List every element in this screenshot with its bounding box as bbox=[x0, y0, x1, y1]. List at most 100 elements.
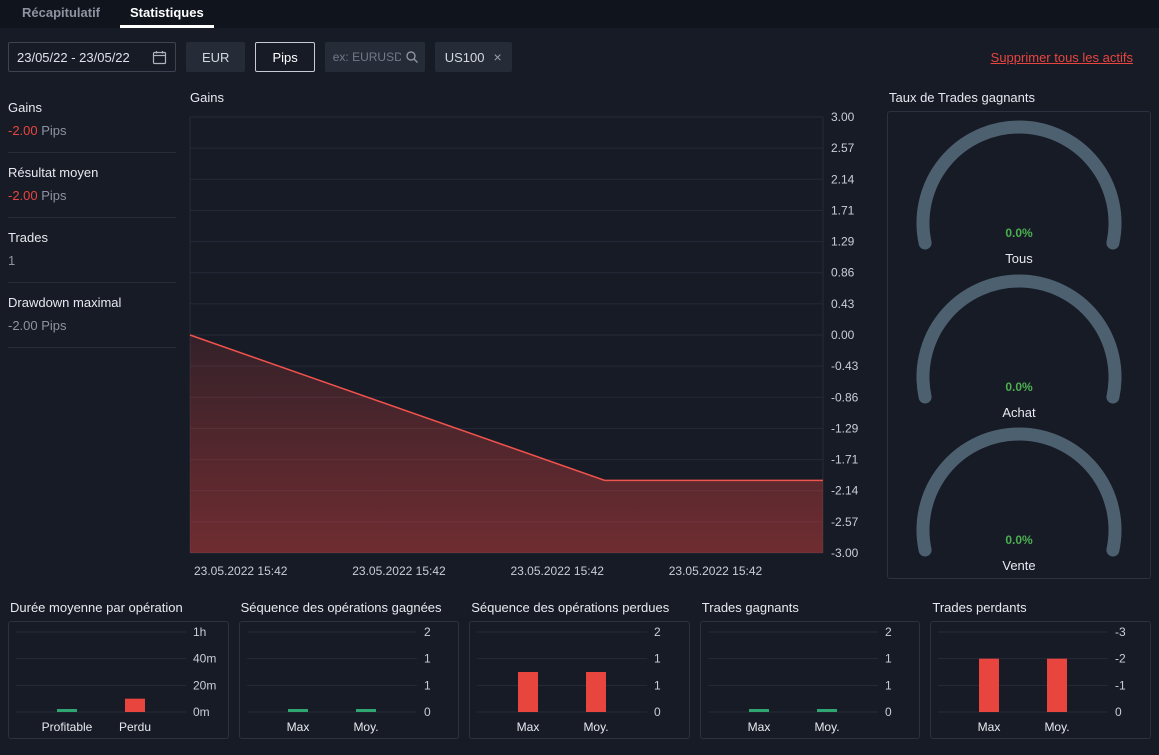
svg-text:-0.43: -0.43 bbox=[831, 359, 859, 373]
svg-text:1: 1 bbox=[885, 652, 892, 666]
gauge-arc: 0.0% bbox=[916, 427, 1122, 557]
svg-text:23.05.2022 15:42: 23.05.2022 15:42 bbox=[669, 564, 763, 578]
panel-chart-box: 1h 40m 20m 0m Profitable Perdu bbox=[8, 621, 229, 739]
svg-text:0: 0 bbox=[424, 705, 431, 719]
svg-text:2.14: 2.14 bbox=[831, 172, 855, 186]
svg-text:-1.29: -1.29 bbox=[831, 421, 859, 435]
svg-text:1.29: 1.29 bbox=[831, 235, 855, 249]
panel-chart-box: -3 -2 -1 0 Max Moy. bbox=[930, 621, 1151, 739]
main-row: Gains -2.00 Pips Résultat moyen -2.00 Pips T… bbox=[0, 82, 1159, 588]
svg-text:1h: 1h bbox=[193, 625, 206, 639]
gauge-label: Vente bbox=[1002, 558, 1036, 574]
losing-trades-chart: -3 -2 -1 0 Max Moy. bbox=[938, 625, 1126, 734]
panel-title: Séquence des opérations gagnées bbox=[240, 600, 442, 615]
symbol-chip-us100: US100 × bbox=[434, 42, 512, 72]
svg-text:-2.14: -2.14 bbox=[831, 484, 859, 498]
svg-text:Moy.: Moy. bbox=[353, 720, 378, 734]
win-rate-gauges: 0.0% Tous 0.0% Achat 0.0% Vente bbox=[887, 111, 1151, 579]
win-rate-title: Taux de Trades gagnants bbox=[889, 90, 1035, 105]
svg-text:1: 1 bbox=[654, 678, 661, 692]
panel-chart-box: 2 1 1 0 Max Moy. bbox=[469, 621, 690, 739]
panel-lose-sequence: Séquence des opérations perdues 2 1 1 0 Max M… bbox=[469, 600, 690, 739]
stat-value: -2.00 Pips bbox=[8, 318, 67, 333]
panel-title: Trades perdants bbox=[932, 600, 1027, 615]
gauge-value: 0.0% bbox=[1005, 226, 1033, 240]
svg-text:3.00: 3.00 bbox=[831, 111, 855, 124]
tab-recapitulatif[interactable]: Récapitulatif bbox=[12, 0, 110, 28]
svg-text:0.86: 0.86 bbox=[831, 266, 855, 280]
svg-text:-3.00: -3.00 bbox=[831, 546, 859, 560]
stat-label: Résultat moyen bbox=[8, 165, 99, 180]
statistics-page: { "colors": { "background": "#171b26", "… bbox=[0, 0, 1159, 755]
svg-text:2: 2 bbox=[885, 625, 892, 639]
tab-bar: Récapitulatif Statistiques bbox=[0, 0, 1159, 28]
stats-sidebar: Gains -2.00 Pips Résultat moyen -2.00 Pips T… bbox=[8, 88, 176, 588]
symbol-chip-label: US100 bbox=[444, 49, 485, 65]
lose-sequence-chart: 2 1 1 0 Max Moy. bbox=[477, 625, 661, 734]
symbol-search-input[interactable] bbox=[330, 49, 403, 65]
currency-button[interactable]: EUR bbox=[186, 42, 246, 72]
svg-text:1: 1 bbox=[424, 678, 431, 692]
duration-chart: 1h 40m 20m 0m Profitable Perdu bbox=[16, 625, 216, 734]
pips-button[interactable]: Pips bbox=[255, 42, 315, 72]
filter-toolbar: 23/05/22 - 23/05/22 EUR Pips US100 × Sup… bbox=[0, 28, 1159, 82]
win-sequence-chart: 2 1 1 0 Max Moy. bbox=[246, 625, 431, 734]
gains-chart: 3.00 2.57 2.14 1.71 1.29 0.86 0.43 0.00 -0.43 -0.… bbox=[189, 110, 859, 578]
stat-label: Drawdown maximal bbox=[8, 295, 122, 310]
panel-chart-box: 2 1 1 0 Max Moy. bbox=[238, 621, 460, 739]
search-icon bbox=[405, 50, 419, 64]
stat-value: -2.00 Pips bbox=[8, 188, 67, 203]
date-range-input[interactable]: 23/05/22 - 23/05/22 bbox=[8, 42, 176, 72]
svg-text:1.71: 1.71 bbox=[831, 203, 855, 217]
panel-title: Séquence des opérations perdues bbox=[471, 600, 670, 615]
gains-chart-panel: Gains 3.00 2.57 2.14 1.71 1.29 0.86 0.43 0.00 -0… bbox=[188, 88, 875, 588]
svg-text:Profitable: Profitable bbox=[42, 720, 93, 734]
svg-text:0: 0 bbox=[654, 705, 661, 719]
svg-text:2.57: 2.57 bbox=[831, 141, 855, 155]
panel-title: Durée moyenne par opération bbox=[10, 600, 183, 615]
delete-all-assets-link[interactable]: Supprimer tous les actifs bbox=[991, 50, 1133, 65]
svg-text:-0.86: -0.86 bbox=[831, 390, 859, 404]
remove-symbol-icon[interactable]: × bbox=[494, 49, 502, 65]
svg-text:1: 1 bbox=[654, 652, 661, 666]
stat-item: Résultat moyen -2.00 Pips bbox=[8, 153, 176, 218]
calendar-icon[interactable] bbox=[152, 50, 167, 65]
svg-text:Moy.: Moy. bbox=[814, 720, 839, 734]
gauge-tous: 0.0% Tous bbox=[909, 117, 1129, 266]
svg-text:-1.71: -1.71 bbox=[831, 453, 859, 467]
stat-label: Trades bbox=[8, 230, 48, 245]
svg-text:Moy.: Moy. bbox=[584, 720, 609, 734]
gauge-label: Tous bbox=[1005, 250, 1033, 266]
svg-text:2: 2 bbox=[424, 625, 431, 639]
stat-item: Drawdown maximal -2.00 Pips bbox=[8, 283, 176, 348]
panel-title: Trades gagnants bbox=[701, 600, 799, 615]
svg-text:-1: -1 bbox=[1115, 678, 1126, 692]
gauge-achat: 0.0% Achat bbox=[909, 271, 1129, 420]
date-range-value: 23/05/22 - 23/05/22 bbox=[17, 49, 130, 65]
svg-text:Max: Max bbox=[286, 720, 309, 734]
stat-item: Gains -2.00 Pips bbox=[8, 88, 176, 153]
gauge-label: Achat bbox=[1002, 404, 1036, 420]
gauge-vente: 0.0% Vente bbox=[909, 424, 1129, 573]
svg-text:0: 0 bbox=[1115, 705, 1122, 719]
svg-text:1: 1 bbox=[885, 678, 892, 692]
panel-win-sequence: Séquence des opérations gagnées 2 1 1 0 Max M… bbox=[238, 600, 460, 739]
svg-text:40m: 40m bbox=[193, 652, 216, 666]
svg-text:0: 0 bbox=[885, 705, 892, 719]
svg-text:23.05.2022 15:42: 23.05.2022 15:42 bbox=[511, 564, 605, 578]
svg-text:1: 1 bbox=[424, 652, 431, 666]
svg-text:-3: -3 bbox=[1115, 625, 1126, 639]
svg-text:Perdu: Perdu bbox=[119, 720, 151, 734]
tab-statistiques[interactable]: Statistiques bbox=[120, 0, 214, 28]
winning-trades-chart: 2 1 1 0 Max Moy. bbox=[707, 625, 892, 734]
gauge-value: 0.0% bbox=[1005, 380, 1033, 394]
gauge-arc: 0.0% bbox=[916, 274, 1122, 403]
svg-text:Max: Max bbox=[978, 720, 1001, 734]
svg-text:Moy.: Moy. bbox=[1045, 720, 1070, 734]
panel-chart-box: 2 1 1 0 Max Moy. bbox=[699, 621, 921, 739]
svg-text:0.43: 0.43 bbox=[831, 297, 855, 311]
gains-chart-title: Gains bbox=[190, 90, 224, 105]
panel-winning-trades: Trades gagnants 2 1 1 0 Max Moy. bbox=[699, 600, 921, 739]
svg-text:23.05.2022 15:42: 23.05.2022 15:42 bbox=[352, 564, 446, 578]
svg-text:2: 2 bbox=[654, 625, 661, 639]
